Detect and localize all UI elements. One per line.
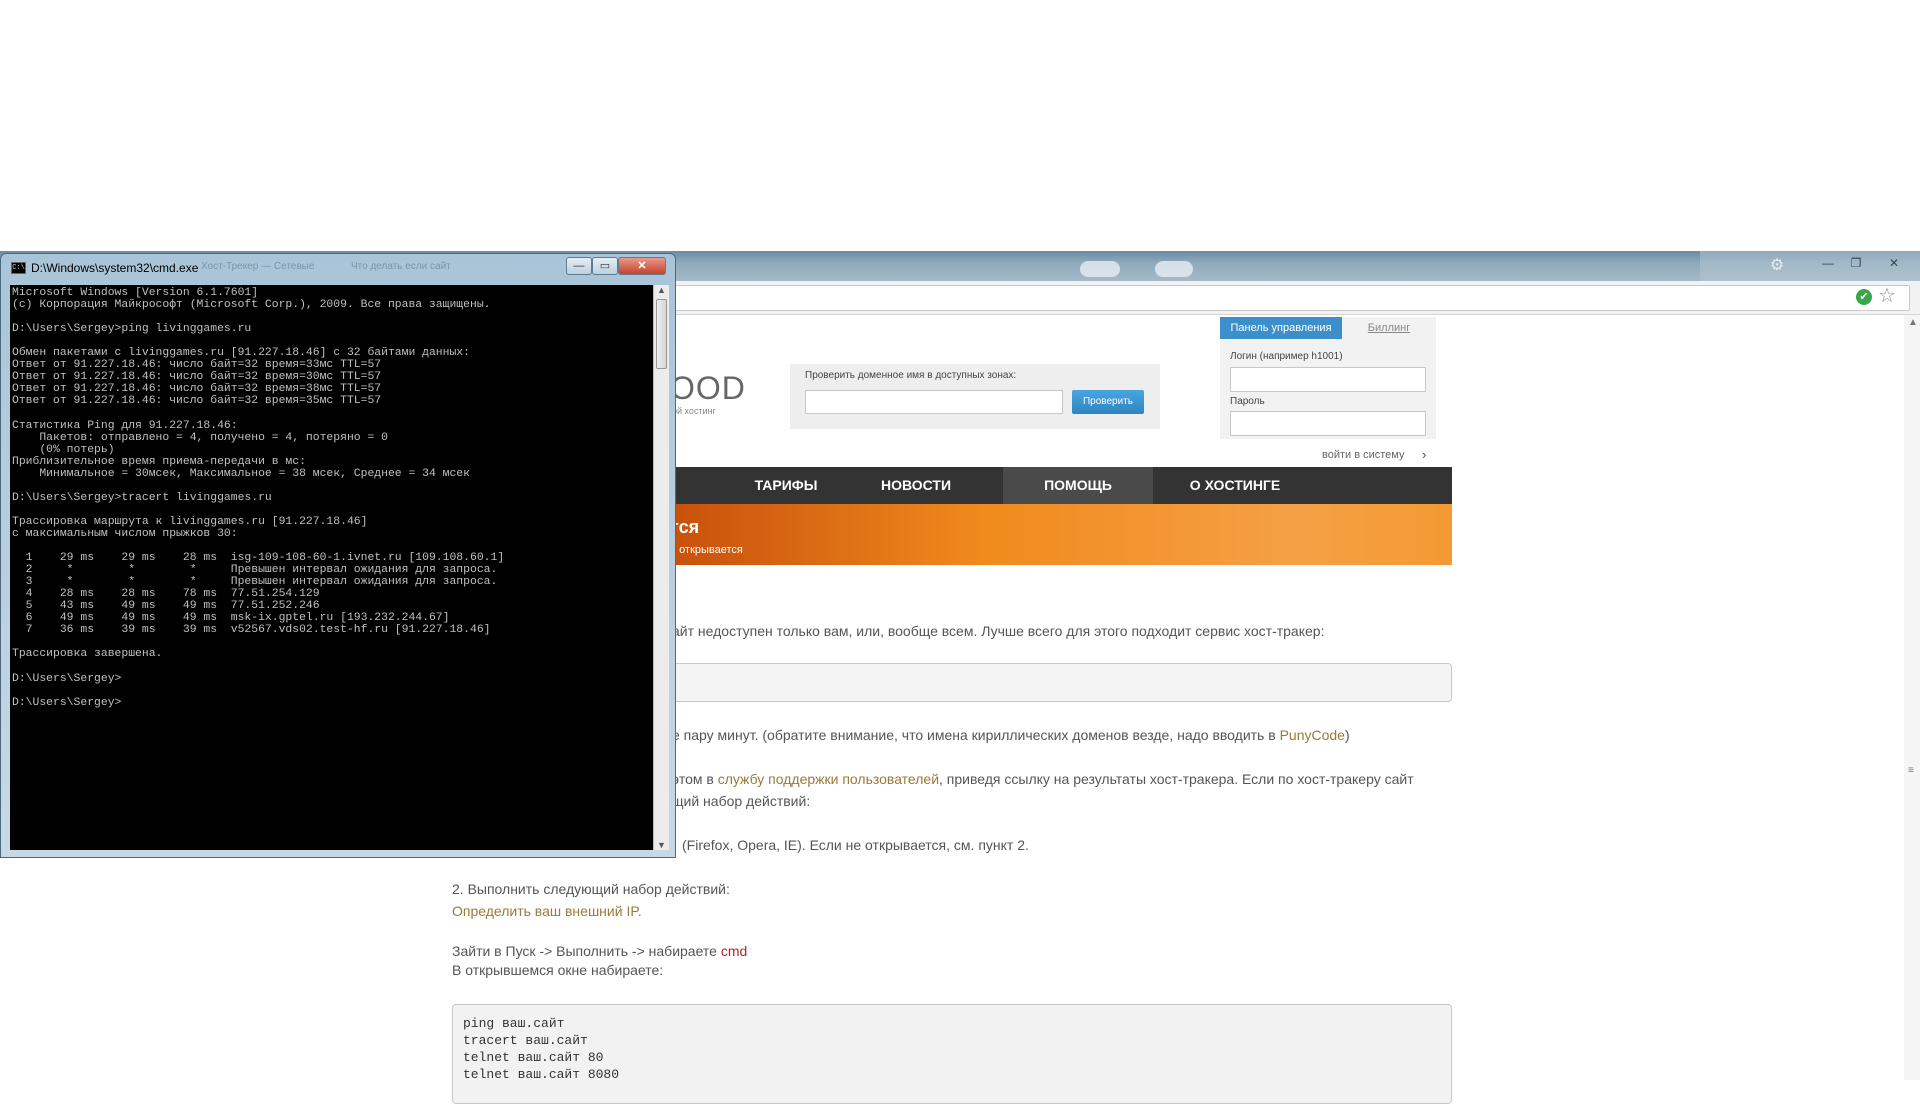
banner-subtitle: е открывается — [670, 544, 743, 556]
paragraph-run: Зайти в Пуск -> Выполнить -> набираете c… — [452, 943, 747, 959]
scroll-up-icon[interactable]: ▲ — [1908, 317, 1918, 328]
login-link[interactable]: войти в систему — [1322, 449, 1404, 461]
scroll-down-icon[interactable]: ▼ — [657, 840, 666, 850]
secure-check-icon[interactable]: ✔ — [1856, 289, 1872, 305]
paragraph-2-text: е пару минут. (обратите внимание, что им… — [672, 727, 1280, 743]
paragraph-3-text: этом в — [672, 771, 718, 787]
paragraph-2-end: ) — [1344, 727, 1350, 743]
console-output: Microsoft Windows [Version 6.1.7601] (c)… — [12, 287, 505, 709]
paragraph-3-end: , приведя ссылку на результаты хост-трак… — [939, 771, 1414, 787]
domain-input[interactable] — [805, 390, 1063, 414]
paragraph-1: айт недоступен только вам, или, вообще в… — [672, 623, 1325, 639]
password-field[interactable] — [1230, 411, 1426, 436]
background-tab-2: Что делать если сайт — [351, 261, 451, 272]
blurred-tab-1[interactable] — [1080, 261, 1120, 277]
paragraph-2: е пару минут. (обратите внимание, что им… — [672, 727, 1350, 743]
console-icon[interactable]: C:\ — [11, 262, 26, 274]
paragraph-3: этом в службу поддержки пользователей, п… — [672, 771, 1414, 787]
scroll-thumb[interactable] — [656, 299, 667, 369]
blurred-tab-2[interactable] — [1155, 261, 1193, 277]
console-output-area[interactable]: Microsoft Windows [Version 6.1.7601] (c)… — [10, 285, 653, 850]
code-line: telnet ваш.сайт 80 — [463, 1050, 604, 1065]
site-logo[interactable]: OOD — [670, 370, 746, 407]
tab-control-panel[interactable]: Панель управления — [1220, 317, 1342, 339]
cmd-window-title: D:\Windows\system32\cmd.exe — [31, 261, 199, 275]
cmd-close-button[interactable]: ✕ — [618, 257, 666, 275]
code-line: tracert ваш.сайт — [463, 1033, 588, 1048]
domain-check-button[interactable]: Проверить — [1072, 390, 1144, 414]
page-scrollbar[interactable]: ▲ ≡ — [1904, 315, 1920, 1080]
scroll-up-icon[interactable]: ▲ — [657, 285, 666, 295]
bookmark-star-icon[interactable]: ☆ — [1878, 286, 1896, 306]
paragraph-4: щий набор действий: — [672, 793, 811, 809]
browser-minimize-button[interactable]: — — [1818, 255, 1838, 271]
site-tagline: ой хостинг — [672, 406, 716, 416]
nav-item-help[interactable]: ПОМОЩЬ — [1003, 467, 1153, 504]
password-label: Пароль — [1230, 396, 1265, 407]
step-2-heading: 2. Выполнить следующий набор действий: — [452, 881, 730, 897]
nav-item-about[interactable]: О ХОСТИНГЕ — [1170, 467, 1300, 504]
chevron-right-icon[interactable]: › — [1422, 447, 1426, 462]
nav-item-tariffs[interactable]: ТАРИФЫ — [726, 467, 846, 504]
code-line: ping ваш.сайт — [463, 1016, 565, 1031]
login-field[interactable] — [1230, 367, 1426, 392]
nav-item-news[interactable]: НОВОСТИ — [856, 467, 976, 504]
browser-restore-button[interactable]: ❐ — [1846, 255, 1866, 271]
cmd-minimize-button[interactable]: — — [566, 257, 592, 275]
domain-check-label: Проверить доменное имя в доступных зонах… — [805, 370, 1017, 381]
cmd-window[interactable]: C:\ D:\Windows\system32\cmd.exe Хост-Тре… — [0, 253, 676, 858]
background-tab-1: Хост-Трекер — Сетевые — [201, 261, 315, 272]
punycode-link[interactable]: PunyCode — [1280, 727, 1345, 743]
page-banner — [670, 504, 1452, 565]
tab-billing[interactable]: Биллинг — [1342, 317, 1436, 339]
cmd-keyword: cmd — [720, 943, 748, 959]
main-nav: ТАРИФЫ НОВОСТИ ПОМОЩЬ О ХОСТИНГЕ — [670, 467, 1452, 504]
cmd-maximize-button[interactable]: ▭ — [592, 257, 618, 275]
gear-icon[interactable]: ⚙ — [1766, 255, 1788, 275]
login-label: Логин (например h1001) — [1230, 351, 1343, 362]
console-scrollbar[interactable]: ▲ ▼ — [653, 285, 669, 850]
external-ip-link[interactable]: Определить ваш внешний IP. — [452, 903, 642, 919]
browser-close-button[interactable]: ✕ — [1884, 255, 1904, 271]
scroll-grip-icon[interactable]: ≡ — [1908, 765, 1914, 776]
run-instruction: Зайти в Пуск -> Выполнить -> набираете — [452, 943, 721, 959]
paragraph-type: В открывшемся окне набираете: — [452, 962, 664, 978]
support-link[interactable]: службу поддержки пользователей — [718, 771, 939, 787]
paragraph-5: (Firefox, Opera, IE). Если не открываетс… — [682, 837, 1029, 853]
